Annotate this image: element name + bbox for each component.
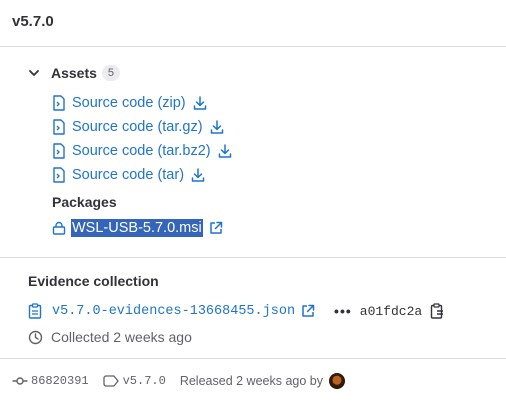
copy-icon[interactable]: [430, 303, 444, 319]
package-item: WSL-USB-5.7.0.msi: [52, 217, 223, 239]
list-item: Source code (tar.gz): [52, 115, 232, 139]
tag-icon: [102, 375, 119, 387]
release-header: v5.7.0: [0, 0, 506, 47]
packages-heading: Packages: [52, 194, 117, 210]
assets-section: Assets 5 Source code (zip) Source code (…: [0, 47, 506, 258]
clock-icon: [28, 330, 43, 344]
file-code-icon: [53, 143, 65, 159]
package-link[interactable]: WSL-USB-5.7.0.msi: [71, 219, 203, 237]
evidence-heading: Evidence collection: [28, 273, 159, 289]
evidence-row: v5.7.0-evidences-13668455.json ••• a01fd…: [28, 300, 444, 322]
clipboard-icon: [28, 303, 42, 319]
file-code-icon: [53, 119, 65, 135]
collected-text: Collected 2 weeks ago: [51, 329, 192, 345]
package-icon: [52, 221, 66, 235]
avatar[interactable]: [328, 373, 345, 389]
assets-toggle[interactable]: Assets 5: [28, 65, 120, 81]
file-code-icon: [53, 95, 65, 111]
collected-row: Collected 2 weeks ago: [28, 327, 192, 347]
source-tarbz2-link[interactable]: Source code (tar.bz2): [72, 143, 211, 159]
source-code-list: Source code (zip) Source code (tar.gz) S…: [52, 91, 232, 187]
external-link-icon[interactable]: [301, 304, 315, 318]
list-item: Source code (zip): [52, 91, 232, 115]
tag-link[interactable]: v5.7.0: [123, 374, 166, 388]
source-zip-link[interactable]: Source code (zip): [72, 95, 186, 111]
commit-sha-link[interactable]: 86820391: [31, 374, 89, 388]
chevron-down-icon: [29, 70, 39, 76]
evidence-section: Evidence collection v5.7.0-evidences-136…: [0, 258, 506, 359]
release-panel: v5.7.0 Assets 5 Source code (zip) Source…: [0, 0, 506, 405]
assets-label: Assets: [51, 65, 97, 81]
more-icon: •••: [334, 303, 352, 319]
evidence-file-link[interactable]: v5.7.0-evidences-13668455.json: [52, 304, 295, 319]
list-item: Source code (tar.bz2): [52, 139, 232, 163]
source-targz-link[interactable]: Source code (tar.gz): [72, 119, 203, 135]
download-icon[interactable]: [218, 144, 232, 158]
assets-count-badge: 5: [101, 65, 120, 81]
download-icon[interactable]: [191, 168, 205, 182]
release-title[interactable]: v5.7.0: [12, 13, 54, 30]
file-code-icon: [53, 167, 65, 183]
download-icon[interactable]: [193, 96, 207, 110]
release-footer: 86820391 v5.7.0 Released 2 weeks ago by: [12, 372, 345, 390]
list-item: Source code (tar): [52, 163, 232, 187]
commit-icon: [12, 377, 28, 385]
evidence-sha: a01fdc2a: [359, 303, 423, 319]
released-text: Released 2 weeks ago by: [179, 374, 323, 388]
source-tar-link[interactable]: Source code (tar): [72, 167, 184, 183]
download-icon[interactable]: [210, 120, 224, 134]
external-link-icon[interactable]: [209, 221, 223, 235]
